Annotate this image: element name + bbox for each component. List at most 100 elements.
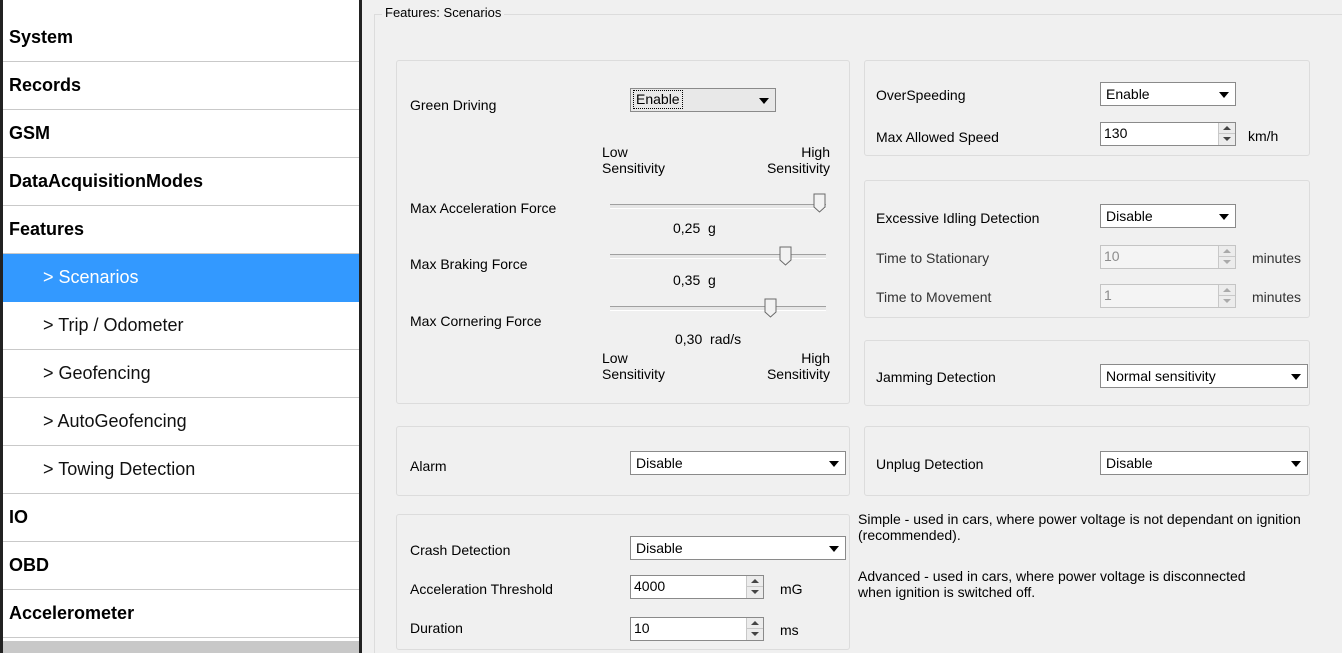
spin-up-icon[interactable] — [747, 576, 763, 587]
stationary-unit: minutes — [1252, 250, 1302, 266]
cornering-value: 0,30 rad/s — [675, 331, 741, 347]
jamming-label: Jamming Detection — [876, 369, 996, 385]
low-sensitivity-label: Low Sensitivity — [602, 144, 666, 176]
spinner-value: 10 — [1104, 248, 1120, 264]
spin-up-icon[interactable] — [1219, 246, 1235, 257]
unplug-simple-info: Simple - used in cars, where power volta… — [858, 511, 1301, 543]
sidebar-item-records[interactable]: Records — [3, 62, 359, 110]
threshold-label: Acceleration Threshold — [410, 581, 553, 597]
spin-down-icon[interactable] — [1219, 296, 1235, 307]
select-value: Disable — [636, 455, 683, 471]
threshold-unit: mG — [780, 581, 803, 597]
sidebar-item-geofencing[interactable]: > Geofencing — [3, 350, 359, 398]
idling-select[interactable]: Disable — [1100, 204, 1236, 228]
movement-label: Time to Movement — [876, 289, 992, 305]
sidebar-item-label: > AutoGeofencing — [43, 411, 187, 431]
chevron-down-icon — [829, 546, 839, 552]
chevron-down-icon — [1219, 92, 1229, 98]
duration-unit: ms — [780, 622, 799, 638]
chevron-down-icon — [759, 98, 769, 104]
stationary-label: Time to Stationary — [876, 250, 990, 266]
spin-down-icon[interactable] — [1219, 134, 1235, 145]
spinner-value: 130 — [1104, 125, 1128, 141]
stationary-spinner[interactable]: 10 — [1100, 245, 1236, 269]
sidebar-item-io[interactable]: IO — [3, 494, 359, 542]
sidebar-item-gsm[interactable]: GSM — [3, 110, 359, 158]
green-driving-select[interactable]: Enable — [630, 88, 776, 112]
green-driving-label: Green Driving — [410, 97, 497, 113]
acceleration-unit: g — [708, 220, 716, 236]
duration-spinner[interactable]: 10 — [630, 617, 764, 641]
spin-up-icon[interactable] — [747, 618, 763, 629]
select-value: Enable — [633, 90, 683, 109]
chevron-down-icon — [1291, 374, 1301, 380]
sidebar-item-label: Records — [9, 75, 82, 95]
sidebar-item-label: > Scenarios — [43, 267, 139, 287]
sidebar-item-label: DataAcquisitionModes — [9, 171, 204, 191]
jamming-select[interactable]: Normal sensitivity — [1100, 364, 1308, 388]
braking-unit: g — [708, 272, 716, 288]
max-speed-label: Max Allowed Speed — [876, 129, 999, 145]
spin-down-icon[interactable] — [1219, 257, 1235, 268]
select-value: Enable — [1106, 86, 1150, 102]
sidebar-item-scenarios[interactable]: > Scenarios — [3, 254, 359, 302]
group-title: Features: Scenarios — [382, 5, 505, 20]
spin-up-icon[interactable] — [1219, 123, 1235, 134]
braking-value: 0,35 g — [673, 272, 716, 288]
spinner-value: 10 — [634, 620, 650, 636]
spin-down-icon[interactable] — [747, 587, 763, 598]
spinner-buttons — [1218, 285, 1235, 307]
spinner-value: 1 — [1104, 287, 1112, 303]
select-value: Disable — [1106, 455, 1153, 471]
select-value: Disable — [636, 540, 683, 556]
braking-number: 0,35 — [673, 272, 701, 288]
max-braking-label: Max Braking Force — [410, 256, 528, 272]
crash-select[interactable]: Disable — [630, 536, 846, 560]
sidebar-item-label: IO — [9, 507, 29, 527]
threshold-spinner[interactable]: 4000 — [630, 575, 764, 599]
acceleration-slider-thumb[interactable] — [813, 193, 826, 213]
movement-spinner[interactable]: 1 — [1100, 284, 1236, 308]
sidebar-item-label: > Geofencing — [43, 363, 151, 383]
spin-down-icon[interactable] — [747, 629, 763, 640]
cornering-slider-thumb[interactable] — [764, 298, 777, 318]
acceleration-number: 0,25 — [673, 220, 701, 236]
sidebar-item-accelerometer[interactable]: Accelerometer — [3, 590, 359, 638]
select-value: Normal sensitivity — [1106, 368, 1216, 384]
sidebar-nav: System Records GSM DataAcquisitionModes … — [0, 0, 362, 653]
max-cornering-label: Max Cornering Force — [410, 313, 542, 329]
sidebar-item-label: OBD — [9, 555, 49, 575]
chevron-down-icon — [1291, 461, 1301, 467]
spinner-value: 4000 — [634, 578, 666, 594]
movement-unit: minutes — [1252, 289, 1302, 305]
sidebar-item-system[interactable]: System — [3, 14, 359, 62]
sidebar-item-label: > Trip / Odometer — [43, 315, 184, 335]
acceleration-slider-track[interactable] — [610, 204, 826, 209]
chevron-down-icon — [1219, 214, 1229, 220]
unplug-advanced-info: Advanced - used in cars, where power vol… — [858, 568, 1246, 600]
overspeeding-select[interactable]: Enable — [1100, 82, 1236, 106]
sidebar-item-obd[interactable]: OBD — [3, 542, 359, 590]
chevron-down-icon — [829, 461, 839, 467]
duration-label: Duration — [410, 620, 463, 636]
sidebar-item-towing-detection[interactable]: > Towing Detection — [3, 446, 359, 494]
max-speed-spinner[interactable]: 130 — [1100, 122, 1236, 146]
sidebar-scroll-strip — [3, 641, 359, 653]
spin-up-icon[interactable] — [1219, 285, 1235, 296]
braking-slider-track[interactable] — [610, 254, 826, 259]
unplug-select[interactable]: Disable — [1100, 451, 1308, 475]
sidebar-item-autogeofencing[interactable]: > AutoGeofencing — [3, 398, 359, 446]
spinner-buttons — [746, 576, 763, 598]
alarm-label: Alarm — [410, 458, 447, 474]
spinner-buttons — [746, 618, 763, 640]
braking-slider-thumb[interactable] — [779, 246, 792, 266]
sidebar-item-dataacquisitionmodes[interactable]: DataAcquisitionModes — [3, 158, 359, 206]
spinner-buttons — [1218, 246, 1235, 268]
sidebar-item-features[interactable]: Features — [3, 206, 359, 254]
sidebar-item-label: > Towing Detection — [43, 459, 196, 479]
sidebar-item-trip-odometer[interactable]: > Trip / Odometer — [3, 302, 359, 350]
settings-panel: Features: Scenarios Green Driving Enable… — [362, 0, 1342, 653]
cornering-slider-track[interactable] — [610, 306, 826, 311]
alarm-select[interactable]: Disable — [630, 451, 846, 475]
overspeeding-label: OverSpeeding — [876, 87, 966, 103]
